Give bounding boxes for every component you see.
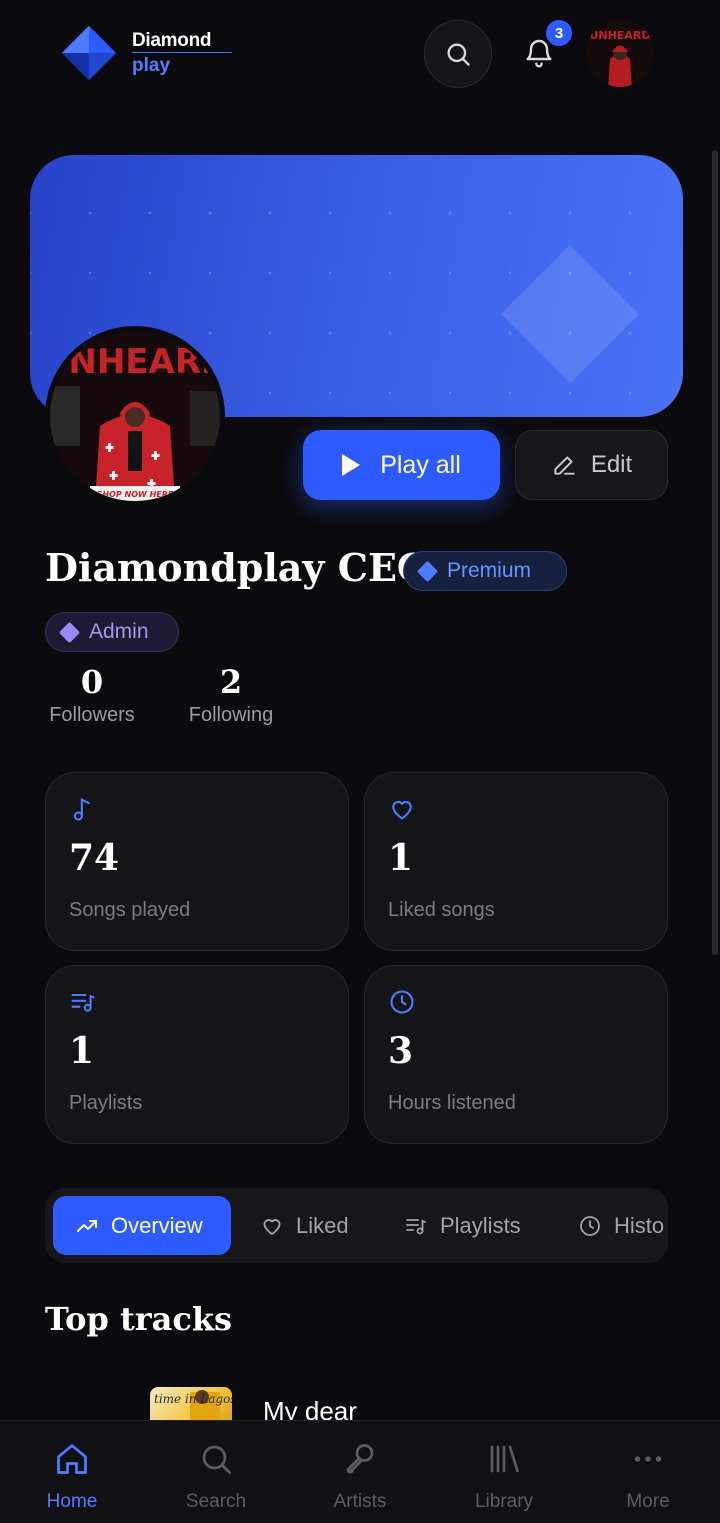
music-note-icon: [73, 797, 90, 821]
search-button[interactable]: [424, 20, 492, 88]
stat-card-songs-played[interactable]: 74 Songs played: [45, 772, 349, 951]
heart-icon: [263, 1218, 281, 1235]
clock-icon: [580, 1215, 600, 1236]
following-stat[interactable]: 2 Following: [183, 662, 279, 727]
playlist-icon: [406, 1218, 426, 1234]
trending-up-icon: [77, 1219, 97, 1232]
tab-label: Playlists: [440, 1212, 521, 1238]
clock-icon: [390, 990, 414, 1014]
edit-label: Edit: [590, 451, 633, 478]
diamond-icon: [416, 560, 439, 582]
more-dots-icon: [634, 1456, 662, 1462]
nav-more[interactable]: More: [576, 1421, 720, 1523]
top-tracks-title: Top tracks: [45, 1300, 233, 1338]
tab-label: Histo: [614, 1212, 665, 1238]
followers-stat[interactable]: 0 Followers: [45, 662, 139, 727]
stat-value: 1: [69, 1030, 95, 1072]
pencil-icon: [554, 456, 575, 475]
admin-badge: Admin: [45, 612, 179, 652]
track-cover-art: time in Lagos: [154, 1390, 232, 1420]
search-icon: [447, 43, 470, 66]
tab-liked[interactable]: Liked: [260, 1196, 349, 1255]
followers-label: Followers: [49, 704, 135, 726]
following-count: 2: [219, 663, 243, 701]
microphone-icon: [346, 1444, 374, 1474]
profile-name: Diamondplay CEO: [45, 545, 431, 590]
brand-subname: play: [132, 55, 171, 76]
premium-label: Premium: [447, 559, 532, 582]
tab-history[interactable]: Histo: [578, 1196, 664, 1255]
notification-badge: 3: [543, 17, 575, 49]
nav-label: Home: [46, 1491, 98, 1512]
tab-playlists[interactable]: Playlists: [404, 1196, 521, 1255]
track-row[interactable]: time in Lagos My dear: [0, 1380, 720, 1420]
search-icon: [202, 1445, 231, 1474]
nav-library[interactable]: Library: [432, 1421, 576, 1523]
nav-artists[interactable]: Artists: [288, 1421, 432, 1523]
stat-card-liked-songs[interactable]: 1 Liked songs: [364, 772, 668, 951]
stat-label: Songs played: [69, 899, 191, 921]
diamond-icon: [58, 621, 81, 643]
nav-home[interactable]: Home: [0, 1421, 144, 1523]
stat-label: Liked songs: [388, 899, 495, 921]
svg-text:time in Lagos: time in Lagos: [154, 1392, 232, 1406]
library-icon: [490, 1445, 519, 1473]
top-header: Diamond play 3 UNHEARD: [0, 0, 720, 110]
following-label: Following: [188, 704, 274, 726]
app-logo[interactable]: Diamond play: [60, 24, 232, 82]
playlist-icon: [71, 993, 95, 1012]
user-avatar[interactable]: UNHEARD: [586, 19, 654, 87]
tab-label: Liked: [296, 1212, 349, 1238]
play-all-button[interactable]: Play all: [303, 430, 500, 500]
bottom-navigation: Home Search Artists Library More: [0, 1420, 720, 1523]
stat-value: 3: [388, 1030, 414, 1072]
nav-label: Library: [474, 1491, 534, 1512]
nav-label: Search: [185, 1491, 247, 1512]
heart-icon: [392, 800, 412, 820]
stat-card-playlists[interactable]: 1 Playlists: [45, 965, 349, 1144]
premium-badge: Premium: [403, 551, 567, 591]
svg-text:UNHEARD: UNHEARD: [50, 342, 220, 382]
svg-text:SHOP NOW HERE: SHOP NOW HERE: [97, 490, 174, 499]
diamond-logo-icon: [61, 25, 117, 81]
stat-label: Playlists: [69, 1092, 143, 1114]
profile-avatar[interactable]: UNHEARD SHOP NOW HERE: [45, 326, 225, 506]
followers-count: 0: [80, 663, 104, 701]
tab-label: Overview: [111, 1212, 203, 1238]
stat-value: 1: [388, 837, 414, 879]
avatar-image: UNHEARD: [586, 19, 654, 87]
tab-overview[interactable]: Overview: [53, 1196, 231, 1255]
brand-name: Diamond: [132, 31, 232, 53]
track-cover: time in Lagos: [150, 1387, 232, 1420]
stat-card-hours-listened[interactable]: 3 Hours listened: [364, 965, 668, 1144]
play-icon: [342, 454, 361, 476]
play-all-label: Play all: [380, 450, 461, 479]
profile-tabs: Overview Liked Playlists Histo: [45, 1188, 668, 1263]
edit-profile-button[interactable]: Edit: [515, 430, 668, 500]
home-icon: [57, 1444, 87, 1474]
nav-label: More: [626, 1491, 670, 1512]
nav-search[interactable]: Search: [144, 1421, 288, 1523]
admin-label: Admin: [89, 620, 149, 643]
track-title: My dear: [263, 1396, 357, 1420]
profile-avatar-image: UNHEARD SHOP NOW HERE: [50, 331, 220, 501]
svg-text:UNHEARD: UNHEARD: [590, 29, 651, 42]
stat-value: 74: [69, 837, 120, 879]
scrollbar[interactable]: [712, 150, 718, 955]
stat-label: Hours listened: [388, 1092, 516, 1114]
nav-label: Artists: [333, 1491, 387, 1512]
